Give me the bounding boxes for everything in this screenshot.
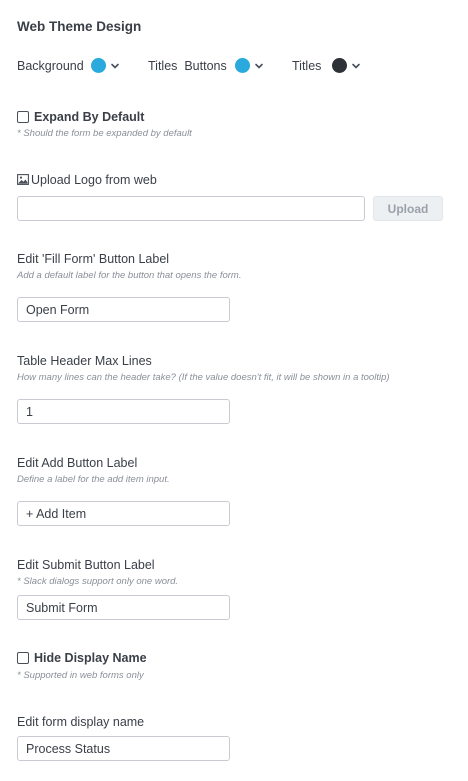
titles-swatch [332, 58, 347, 73]
submit-button-hint: * Slack dialogs support only one word. [17, 576, 179, 587]
submit-button-label: Edit Submit Button Label [17, 558, 155, 572]
hide-display-name-hint: * Supported in web forms only [17, 670, 144, 681]
chevron-down-icon [352, 63, 360, 69]
image-icon [17, 174, 29, 185]
background-label: Background [17, 59, 84, 73]
add-button-input[interactable]: + Add Item [17, 501, 230, 526]
hide-display-name-checkbox[interactable] [17, 652, 29, 664]
add-button-label: Edit Add Button Label [17, 456, 138, 470]
expand-by-default-hint: * Should the form be expanded by default [17, 128, 192, 139]
logo-url-input[interactable] [17, 196, 365, 221]
header-max-lines-hint: How many lines can the header take? (If … [17, 372, 390, 383]
header-max-lines-input[interactable]: 1 [17, 399, 230, 424]
titles-color-picker[interactable] [332, 58, 361, 73]
background-swatch [91, 58, 106, 73]
header-max-lines-label: Table Header Max Lines [17, 354, 152, 368]
chevron-down-icon [111, 63, 119, 69]
fill-form-label: Edit 'Fill Form' Button Label [17, 252, 170, 266]
fill-form-hint: Add a default label for the button that … [17, 270, 242, 281]
hide-display-name-label: Hide Display Name [34, 651, 147, 665]
chevron-down-icon [255, 63, 263, 69]
expand-by-default-checkbox[interactable] [17, 111, 29, 123]
add-button-hint: Define a label for the add item input. [17, 474, 170, 485]
page-title: Web Theme Design [17, 19, 142, 34]
submit-button-input[interactable]: Submit Form [17, 595, 230, 620]
fill-form-input[interactable]: Open Form [17, 297, 230, 322]
titles-buttons-swatch [235, 58, 250, 73]
titles-buttons-color-picker[interactable] [235, 58, 264, 73]
upload-logo-label: Upload Logo from web [31, 173, 157, 187]
background-color-picker[interactable] [91, 58, 120, 73]
titles-label: Titles [292, 59, 322, 73]
display-name-label: Edit form display name [17, 715, 145, 729]
upload-button[interactable]: Upload [373, 196, 443, 221]
expand-by-default-label: Expand By Default [34, 110, 145, 124]
titles-buttons-label: Titles Buttons [148, 59, 227, 73]
display-name-input[interactable]: Process Status [17, 736, 230, 761]
